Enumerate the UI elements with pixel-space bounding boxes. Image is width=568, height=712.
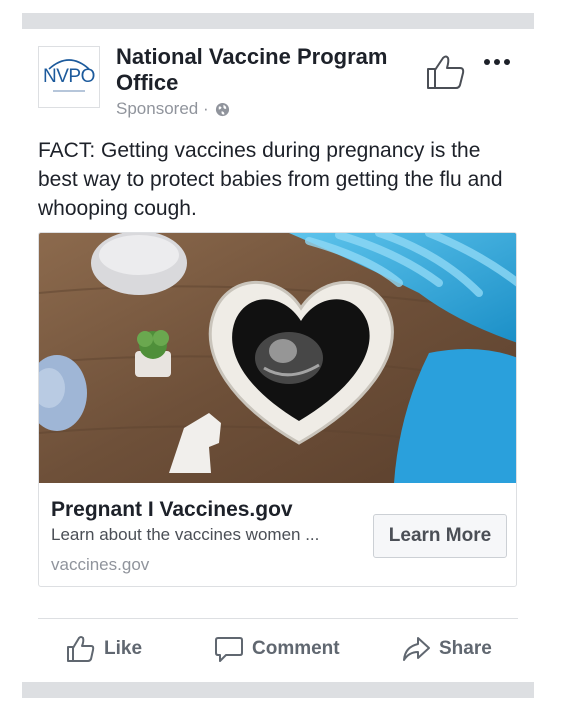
page-name-link[interactable]: National Vaccine Program Office (116, 44, 416, 96)
share-button[interactable]: Share (401, 632, 492, 666)
comment-button[interactable]: Comment (214, 632, 340, 666)
more-dot (484, 59, 490, 65)
share-icon (403, 637, 430, 661)
sponsored-text: Sponsored · (116, 99, 209, 118)
feed-separator-top (22, 13, 534, 29)
page-logo[interactable]: NVPO (38, 46, 100, 108)
thumbs-up-icon (67, 636, 95, 662)
more-dot (494, 59, 500, 65)
card-description: Learn about the vaccines women ... (51, 525, 320, 544)
like-label: Like (104, 638, 143, 659)
comment-label: Comment (252, 638, 340, 659)
card-title[interactable]: Pregnant I Vaccines.gov (51, 498, 293, 522)
sponsored-label: Sponsored · (116, 99, 230, 119)
globe-icon (215, 102, 229, 116)
more-dot (504, 59, 510, 65)
feed-separator-bottom (22, 682, 534, 698)
comment-icon (215, 637, 243, 662)
card-domain: vaccines.gov (51, 555, 150, 574)
more-options-icon[interactable] (484, 52, 520, 72)
logo-text: NVPO (43, 66, 95, 87)
post-text: FACT: Getting vaccines during pregnancy … (38, 139, 503, 220)
share-label: Share (439, 638, 492, 659)
ad-image[interactable] (39, 233, 517, 483)
learn-more-button[interactable]: Learn More (373, 514, 507, 558)
actions-divider (38, 618, 518, 619)
like-button[interactable]: Like (66, 632, 142, 666)
link-card[interactable]: Pregnant I Vaccines.gov Learn about the … (38, 232, 517, 587)
like-page-thumbs-up-icon[interactable] (426, 54, 466, 90)
